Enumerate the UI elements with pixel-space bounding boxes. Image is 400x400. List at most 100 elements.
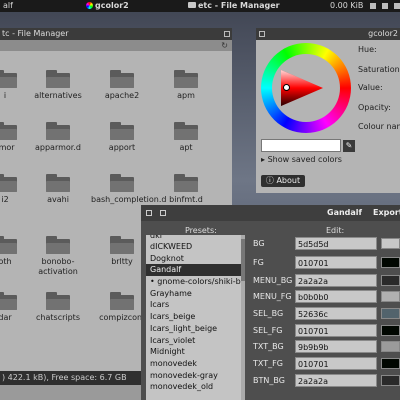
hue-ring[interactable] bbox=[261, 43, 351, 133]
top-panel: alf gcolor2 etc - File Manager 0.00 KiB bbox=[0, 0, 400, 12]
tray-icon-3[interactable] bbox=[394, 3, 400, 9]
list-item[interactable]: monovedek_old bbox=[146, 381, 245, 393]
window-icon-2[interactable] bbox=[160, 210, 166, 216]
list-item[interactable]: Icars_beige bbox=[146, 311, 245, 323]
file-item[interactable]: avahi bbox=[27, 174, 89, 205]
colour-name-label: Colour nam bbox=[358, 122, 400, 131]
theme-editor-window: Gandalf Export t Presets: Edit: dkl dICK… bbox=[141, 205, 400, 400]
window-icon[interactable] bbox=[146, 210, 152, 216]
file-item[interactable]: bash_completion.d bbox=[91, 174, 166, 205]
file-item[interactable]: apt bbox=[155, 122, 217, 153]
expander-arrow-icon: ▸ bbox=[261, 155, 266, 164]
opacity-label: Opacity: bbox=[358, 103, 391, 112]
color-swatch-button[interactable] bbox=[381, 308, 400, 319]
folder-icon bbox=[46, 174, 70, 192]
color-swatch-button[interactable] bbox=[381, 358, 400, 369]
hex-input[interactable]: 010701 bbox=[295, 256, 377, 269]
hex-input[interactable]: 52636c bbox=[295, 307, 377, 320]
field-label: SEL_BG bbox=[253, 309, 284, 318]
folder-icon bbox=[110, 70, 134, 88]
file-manager-title: tc - File Manager bbox=[2, 29, 69, 38]
hex-input[interactable]: 5d5d5d bbox=[295, 237, 377, 250]
color-marker[interactable] bbox=[283, 84, 290, 91]
file-item[interactable]: alternatives bbox=[27, 70, 89, 101]
list-item[interactable]: Dogknot bbox=[146, 253, 245, 265]
file-item[interactable]: apache2 bbox=[91, 70, 153, 101]
color-swatch-button[interactable] bbox=[381, 375, 400, 386]
panel-task-gcolor2[interactable]: gcolor2 bbox=[86, 1, 129, 10]
color-row-btn-bg: BTN_BG 2a2a2a bbox=[253, 374, 400, 388]
file-item[interactable]: binfmt.d bbox=[155, 174, 217, 205]
color-swatch-button[interactable] bbox=[381, 238, 400, 249]
scrollbar-thumb[interactable] bbox=[241, 239, 245, 281]
hex-input[interactable]: 9b9b9b bbox=[295, 340, 377, 353]
list-item[interactable]: monovedek bbox=[146, 358, 245, 370]
folder-icon bbox=[46, 122, 70, 140]
color-swatch-button[interactable] bbox=[381, 325, 400, 336]
value-label: Value: bbox=[358, 83, 383, 92]
file-manager-titlebar[interactable]: tc - File Manager bbox=[0, 28, 232, 40]
hex-input[interactable]: 010701 bbox=[295, 324, 377, 337]
color-row-sel-bg: SEL_BG 52636c bbox=[253, 307, 400, 321]
panel-user[interactable]: alf bbox=[3, 1, 13, 10]
file-item[interactable]: bonobo-activation bbox=[27, 236, 89, 277]
color-swatch-button[interactable] bbox=[381, 291, 400, 302]
show-saved-colors-toggle[interactable]: ▸ Show saved colors bbox=[261, 155, 342, 164]
file-item[interactable]: apparmor.d bbox=[27, 122, 89, 153]
field-label: TXT_BG bbox=[253, 342, 284, 351]
folder-icon bbox=[0, 70, 17, 88]
file-item[interactable]: apport bbox=[91, 122, 153, 153]
folder-icon bbox=[46, 70, 70, 88]
list-item[interactable]: Midnight bbox=[146, 346, 245, 358]
color-swatch-button[interactable] bbox=[381, 341, 400, 352]
list-item[interactable]: Icars bbox=[146, 299, 245, 311]
list-item[interactable]: • gnome-colors/shiki-brave bbox=[146, 276, 245, 288]
presets-header: Presets: bbox=[185, 226, 217, 235]
list-item[interactable]: monovedek-gray bbox=[146, 370, 245, 382]
folder-icon bbox=[110, 292, 134, 310]
eyedropper-icon[interactable]: ✎ bbox=[343, 140, 355, 152]
theme-editor-titlebar[interactable]: Gandalf Export t bbox=[141, 205, 400, 221]
hex-input[interactable]: b0b0b0 bbox=[295, 290, 377, 303]
theme-name: Gandalf bbox=[327, 208, 363, 217]
gcolor2-app-icon bbox=[86, 2, 93, 9]
window-menu-icon[interactable] bbox=[259, 31, 265, 37]
list-item-selected[interactable]: Gandalf bbox=[146, 264, 245, 277]
hex-input[interactable]: 2a2a2a bbox=[295, 274, 377, 287]
file-item[interactable]: apm bbox=[155, 70, 217, 101]
saturation-label: Saturation: bbox=[358, 65, 400, 74]
file-manager-toolbar: ↻ bbox=[0, 40, 232, 51]
network-speed: 0.00 KiB bbox=[330, 1, 364, 10]
folder-icon bbox=[110, 236, 134, 254]
hex-input[interactable]: 010701 bbox=[295, 357, 377, 370]
color-row-txt-bg: TXT_BG 9b9b9b bbox=[253, 340, 400, 354]
color-row-sel-fg: SEL_FG 010701 bbox=[253, 324, 400, 338]
field-label: MENU_BG bbox=[253, 276, 293, 285]
field-label: FG bbox=[253, 258, 264, 267]
about-button[interactable]: ⓘ About bbox=[261, 175, 305, 187]
refresh-icon[interactable]: ↻ bbox=[221, 41, 228, 50]
list-item[interactable]: dICKWEED bbox=[146, 241, 245, 253]
field-label: TXT_FG bbox=[253, 359, 283, 368]
preset-list[interactable]: dkl dICKWEED Dogknot Gandalf • gnome-col… bbox=[146, 235, 245, 400]
folder-icon bbox=[0, 236, 17, 254]
preset-scrollbar[interactable] bbox=[241, 235, 245, 400]
color-swatch-button[interactable] bbox=[381, 257, 400, 268]
color-row-fg: FG 010701 bbox=[253, 256, 400, 270]
export-button[interactable]: Export t bbox=[373, 208, 400, 217]
list-item[interactable]: Icars_violet bbox=[146, 335, 245, 347]
field-label: MENU_FG bbox=[253, 292, 292, 301]
close-icon[interactable] bbox=[224, 31, 230, 37]
gcolor2-titlebar[interactable]: gcolor2 bbox=[256, 28, 400, 40]
file-item[interactable]: chatscripts bbox=[27, 292, 89, 323]
panel-task-file-manager[interactable]: etc - File Manager bbox=[188, 1, 280, 10]
color-swatch-button[interactable] bbox=[381, 275, 400, 286]
about-label: About bbox=[276, 176, 301, 185]
list-item[interactable]: Grayhame bbox=[146, 288, 245, 300]
tray-icon-2[interactable] bbox=[382, 3, 388, 9]
tray-icon-1[interactable] bbox=[370, 3, 376, 9]
gcolor2-window: gcolor2 Hue: Saturation: Value: Opacity:… bbox=[256, 28, 400, 193]
hex-input[interactable]: 2a2a2a bbox=[295, 374, 377, 387]
color-row-menu-fg: MENU_FG b0b0b0 bbox=[253, 290, 400, 304]
list-item[interactable]: Icars_light_beige bbox=[146, 323, 245, 335]
